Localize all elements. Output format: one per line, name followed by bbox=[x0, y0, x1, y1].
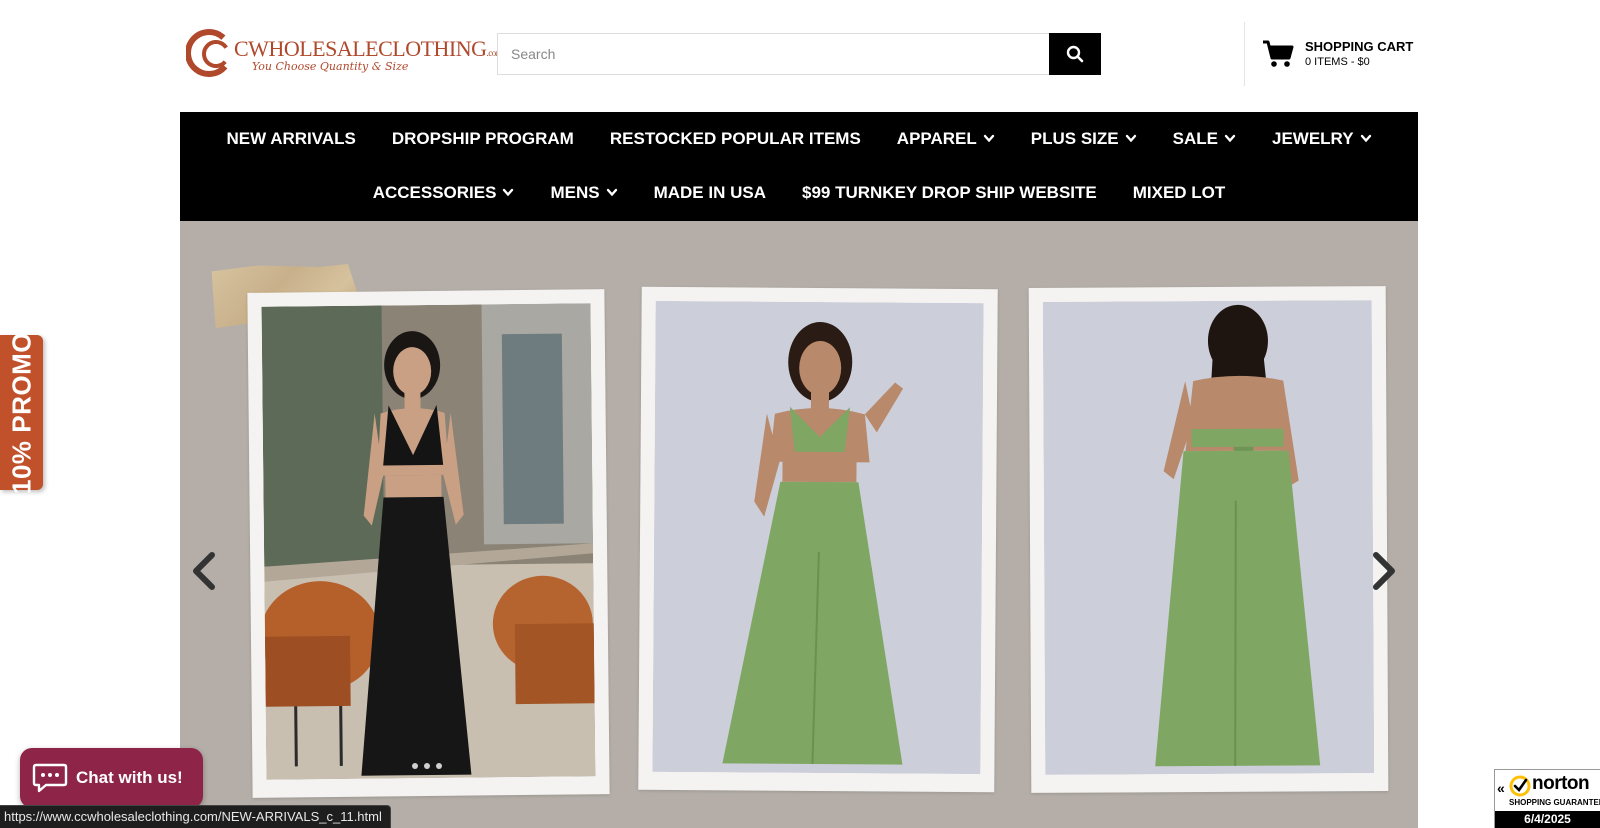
norton-date: 6/4/2025 bbox=[1495, 811, 1600, 828]
norton-subtitle: SHOPPING GUARANTEE bbox=[1509, 798, 1600, 807]
cart-title: SHOPPING CART bbox=[1305, 39, 1414, 54]
browser-status-url: https://www.ccwholesaleclothing.com/NEW-… bbox=[0, 805, 391, 828]
chat-widget-button[interactable]: Chat with us! bbox=[20, 748, 203, 808]
slider-next-button[interactable] bbox=[1370, 551, 1400, 596]
search-bar bbox=[497, 33, 1101, 75]
nav-item-label: JEWELRY bbox=[1271, 129, 1354, 148]
nav-item-plus-size[interactable]: PLUS SIZE bbox=[1031, 129, 1137, 149]
expand-chevron-icon[interactable]: « bbox=[1497, 780, 1505, 796]
chevron-down-icon bbox=[983, 134, 994, 143]
chevron-down-icon bbox=[1224, 134, 1236, 143]
norton-checkmark-icon bbox=[1509, 775, 1531, 797]
slide-photo-card[interactable] bbox=[1028, 286, 1389, 793]
slider-dot[interactable] bbox=[412, 763, 418, 769]
model-photo-green-outfit-back bbox=[1042, 300, 1375, 775]
header-divider bbox=[1244, 22, 1245, 86]
nav-item-label: APPAREL bbox=[896, 129, 977, 148]
nav-row-primary: NEW ARRIVALS DROPSHIP PROGRAM RESTOCKED PO… bbox=[180, 112, 1418, 166]
nav-item-new-arrivals[interactable]: NEW ARRIVALS bbox=[226, 129, 355, 149]
promo-label: 10% PROMO bbox=[6, 331, 36, 494]
nav-item-restocked-popular-items[interactable]: RESTOCKED POPULAR ITEMS bbox=[610, 129, 861, 149]
chevron-down-icon bbox=[503, 188, 514, 197]
nav-item-label: RESTOCKED POPULAR ITEMS bbox=[609, 129, 861, 148]
search-input[interactable] bbox=[497, 33, 1049, 75]
norton-brand: norton bbox=[1532, 773, 1590, 794]
cart-icon bbox=[1263, 40, 1294, 67]
logo-mark-icon bbox=[186, 29, 233, 77]
chevron-right-icon bbox=[1373, 552, 1395, 590]
search-button[interactable] bbox=[1049, 33, 1101, 75]
slide-photo-card[interactable] bbox=[247, 289, 610, 798]
cart-summary: 0 ITEMS - $0 bbox=[1305, 56, 1370, 68]
nav-item-label: DROPSHIP PROGRAM bbox=[391, 129, 574, 148]
chat-label: Chat with us! bbox=[76, 768, 183, 787]
main-navigation: NEW ARRIVALS DROPSHIP PROGRAM RESTOCKED PO… bbox=[180, 112, 1418, 221]
nav-item-made-in-usa[interactable]: MADE IN USA bbox=[654, 183, 766, 203]
nav-item-label: MIXED LOT bbox=[1132, 183, 1226, 202]
chat-bubble-icon bbox=[32, 763, 68, 793]
model-photo-black-outfit bbox=[261, 303, 596, 780]
chevron-down-icon bbox=[1360, 134, 1371, 143]
nav-item-label: $99 TURNKEY DROP SHIP WEBSITE bbox=[801, 183, 1097, 202]
shopping-cart[interactable]: SHOPPING CART 0 ITEMS - $0 bbox=[1262, 36, 1414, 76]
nav-item-jewelry[interactable]: JEWELRY bbox=[1272, 129, 1372, 149]
nav-item-apparel[interactable]: APPAREL bbox=[897, 129, 995, 149]
nav-item-mens[interactable]: MENS bbox=[550, 183, 617, 203]
nav-item-mixed-lot[interactable]: MIXED LOT bbox=[1133, 183, 1226, 203]
nav-item-accessories[interactable]: ACCESSORIES bbox=[373, 183, 515, 203]
logo-tagline: You Choose Quantity & Size bbox=[252, 60, 409, 73]
chevron-down-icon bbox=[1125, 134, 1136, 143]
slider-dot[interactable] bbox=[424, 763, 430, 769]
nav-item-label: PLUS SIZE bbox=[1030, 129, 1119, 148]
slide-photo-card[interactable] bbox=[638, 286, 998, 793]
site-header: CWHOLESALECLOTHING.com You Choose Quanti… bbox=[0, 0, 1600, 112]
slider-dots bbox=[412, 763, 442, 769]
nav-row-secondary: ACCESSORIES MENS MADE IN USA $99 TURNKEY DR… bbox=[180, 166, 1418, 220]
nav-item-label: ACCESSORIES bbox=[372, 183, 497, 202]
logo-wordmark: CWHOLESALECLOTHING.com bbox=[234, 36, 503, 61]
nav-item-99-turnkey-drop-ship-website[interactable]: $99 TURNKEY DROP SHIP WEBSITE bbox=[802, 183, 1097, 203]
promo-tab[interactable]: 10% PROMO bbox=[0, 332, 43, 494]
slider-dot[interactable] bbox=[436, 763, 442, 769]
chevron-down-icon bbox=[606, 188, 617, 197]
nav-item-label: SALE bbox=[1172, 129, 1218, 148]
chevron-left-icon bbox=[193, 552, 215, 590]
hero-slider bbox=[180, 221, 1418, 828]
model-photo-green-outfit-front bbox=[652, 300, 984, 775]
nav-item-label: NEW ARRIVALS bbox=[226, 129, 356, 148]
nav-item-sale[interactable]: SALE bbox=[1173, 129, 1236, 149]
site-logo[interactable]: CWHOLESALECLOTHING.com You Choose Quanti… bbox=[186, 28, 503, 78]
nav-item-label: MADE IN USA bbox=[653, 183, 766, 202]
slider-prev-button[interactable] bbox=[188, 551, 218, 596]
norton-shopping-guarantee-badge[interactable]: « norton SHOPPING GUARANTEE 6/4/2025 bbox=[1494, 769, 1600, 828]
nav-item-dropship-program[interactable]: DROPSHIP PROGRAM bbox=[392, 129, 574, 149]
nav-item-label: MENS bbox=[550, 183, 600, 202]
search-icon bbox=[1066, 45, 1084, 63]
